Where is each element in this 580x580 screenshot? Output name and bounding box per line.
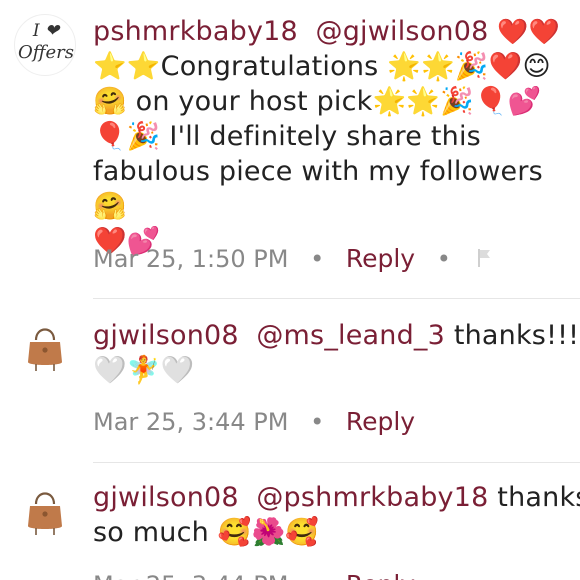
comment-mention[interactable]: @gjwilson08	[316, 16, 489, 47]
handbag-icon	[28, 328, 62, 371]
comment-text-line: 🤍🧚🤍	[93, 355, 195, 386]
comment-text-line: fabulous piece with my followers 🤗	[93, 156, 543, 222]
avatar-label-bottom: Offers	[17, 42, 74, 63]
separator-dot: •	[310, 245, 325, 273]
comment-item: gjwilson08 @pshmrkbaby18 thanks so much …	[0, 464, 580, 580]
comment-username[interactable]: gjwilson08	[93, 482, 239, 513]
divider	[93, 462, 580, 463]
comment-meta: Mar 25, 3:44 PM • Reply	[93, 570, 415, 580]
separator-dot: •	[436, 245, 451, 273]
comment-text-line: 🎈🎉 I'll definitely share this	[93, 121, 481, 152]
comment-text: thanks	[497, 482, 580, 513]
comment-text-line: so much 🥰🌺🥰	[93, 517, 320, 548]
comment-body: pshmrkbaby18 @gjwilson08 ❤️❤️ ⭐⭐Congratu…	[93, 14, 563, 259]
comment-username[interactable]: pshmrkbaby18	[93, 16, 298, 47]
comment-text: thanks!!!	[453, 320, 580, 351]
comment-username[interactable]: gjwilson08	[93, 320, 239, 351]
comment-timestamp: Mar 25, 1:50 PM	[93, 245, 289, 273]
avatar-label-top: I ❤	[32, 21, 60, 41]
comment-text-line: ⭐⭐Congratulations 🌟🌟🎉❤️😊	[93, 51, 551, 82]
handbag-icon	[28, 492, 62, 535]
comment-mention[interactable]: @pshmrkbaby18	[256, 482, 488, 513]
comment-mention[interactable]: @ms_leand_3	[256, 320, 445, 351]
avatar[interactable]	[14, 314, 76, 376]
reply-button[interactable]: Reply	[346, 407, 415, 436]
flag-icon[interactable]	[477, 246, 493, 274]
separator-dot: •	[310, 571, 324, 580]
comment-body: gjwilson08 @ms_leand_3 thanks!!! 🤍🧚🤍	[93, 318, 579, 388]
comment-item: I ❤ Offers pshmrkbaby18 @gjwilson08 ❤️❤️…	[0, 0, 580, 300]
separator-dot: •	[310, 408, 325, 436]
reply-button[interactable]: Reply	[346, 244, 415, 273]
comment-meta: Mar 25, 1:50 PM • Reply •	[93, 244, 493, 274]
comment-item: gjwilson08 @ms_leand_3 thanks!!! 🤍🧚🤍 Mar…	[0, 300, 580, 463]
comment-meta: Mar 25, 3:44 PM • Reply	[93, 407, 415, 436]
avatar[interactable]	[14, 478, 76, 540]
comment-text-line: 🤗 on your host pick🌟🌟🎉🎈💕	[93, 86, 542, 117]
comment-timestamp: Mar 25, 3:44 PM	[93, 571, 288, 580]
avatar[interactable]: I ❤ Offers	[14, 14, 76, 76]
comment-body: gjwilson08 @pshmrkbaby18 thanks so much …	[93, 480, 580, 550]
comment-emoji: ❤️❤️	[497, 17, 560, 46]
reply-button[interactable]: Reply	[346, 570, 415, 580]
comment-timestamp: Mar 25, 3:44 PM	[93, 408, 289, 436]
divider	[93, 298, 580, 299]
